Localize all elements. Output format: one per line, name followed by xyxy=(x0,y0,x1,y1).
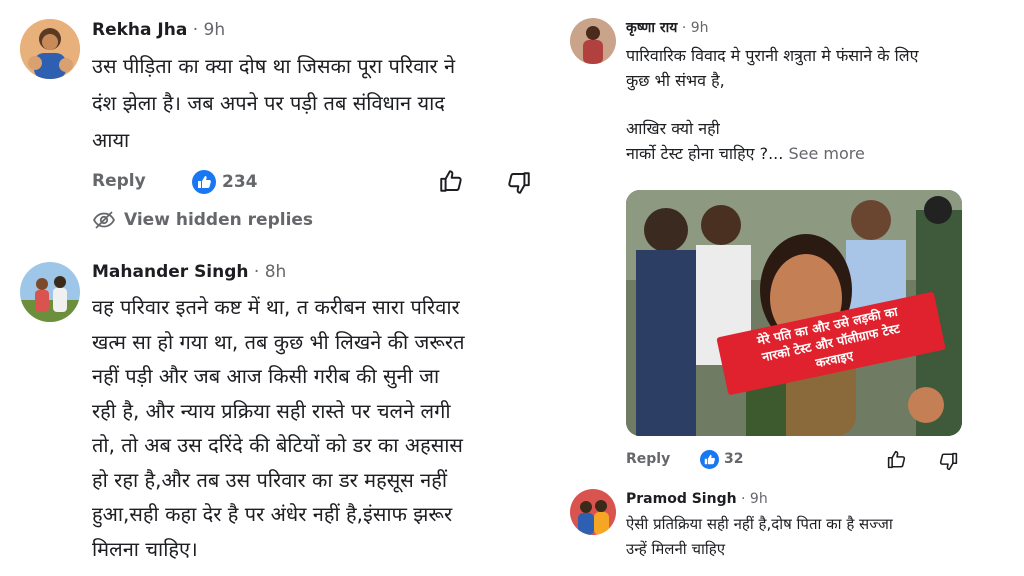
reaction-summary[interactable]: 32 xyxy=(700,449,743,469)
comment-time[interactable]: · 9h xyxy=(682,20,709,36)
like-reaction-icon xyxy=(192,170,216,194)
comment-time[interactable]: · 8h xyxy=(254,262,286,282)
like-reaction-icon xyxy=(700,449,719,469)
avatar[interactable] xyxy=(20,19,80,79)
comment-time[interactable]: · 9h xyxy=(741,491,768,507)
comment-photo[interactable]: मेरे पति का और उसे लड़की का नारको टेस्ट … xyxy=(626,190,962,436)
comment-author[interactable]: Mahander Singh xyxy=(92,262,249,282)
comment-body: उस पीड़िता का क्या दोष था जिसका पूरा परि… xyxy=(92,54,456,152)
thumbs-up-icon[interactable] xyxy=(886,449,907,470)
comment-author[interactable]: Rekha Jha xyxy=(92,20,187,40)
comment-body: वह परिवार इतने कष्ट में था, त करीबन सारा… xyxy=(92,295,465,561)
comment-author[interactable]: Pramod Singh xyxy=(626,491,737,507)
thumbs-down-icon[interactable] xyxy=(506,170,532,196)
like-count: 32 xyxy=(724,451,744,467)
comment-author[interactable]: कृष्णा राय xyxy=(626,20,677,36)
eye-slash-icon xyxy=(92,208,116,232)
comment-time[interactable]: · 9h xyxy=(193,20,225,40)
thumbs-up-icon[interactable] xyxy=(438,168,464,194)
avatar[interactable] xyxy=(570,489,616,535)
comment-body: ऐसी प्रतिक्रिया सही नहीं है,दोष पिता का … xyxy=(626,515,893,558)
avatar[interactable] xyxy=(20,262,80,322)
avatar[interactable] xyxy=(570,18,616,64)
view-hidden-replies[interactable]: View hidden replies xyxy=(92,208,313,232)
reply-button[interactable]: Reply xyxy=(626,451,670,467)
reaction-summary[interactable]: 234 xyxy=(192,169,258,195)
comment-body: पारिवारिक विवाद मे पुरानी शत्रुता मे फंस… xyxy=(626,46,919,163)
thumbs-down-icon[interactable] xyxy=(938,451,959,472)
like-count: 234 xyxy=(222,172,258,192)
reply-button[interactable]: Reply xyxy=(92,171,146,191)
see-more-link[interactable]: See more xyxy=(788,144,864,163)
